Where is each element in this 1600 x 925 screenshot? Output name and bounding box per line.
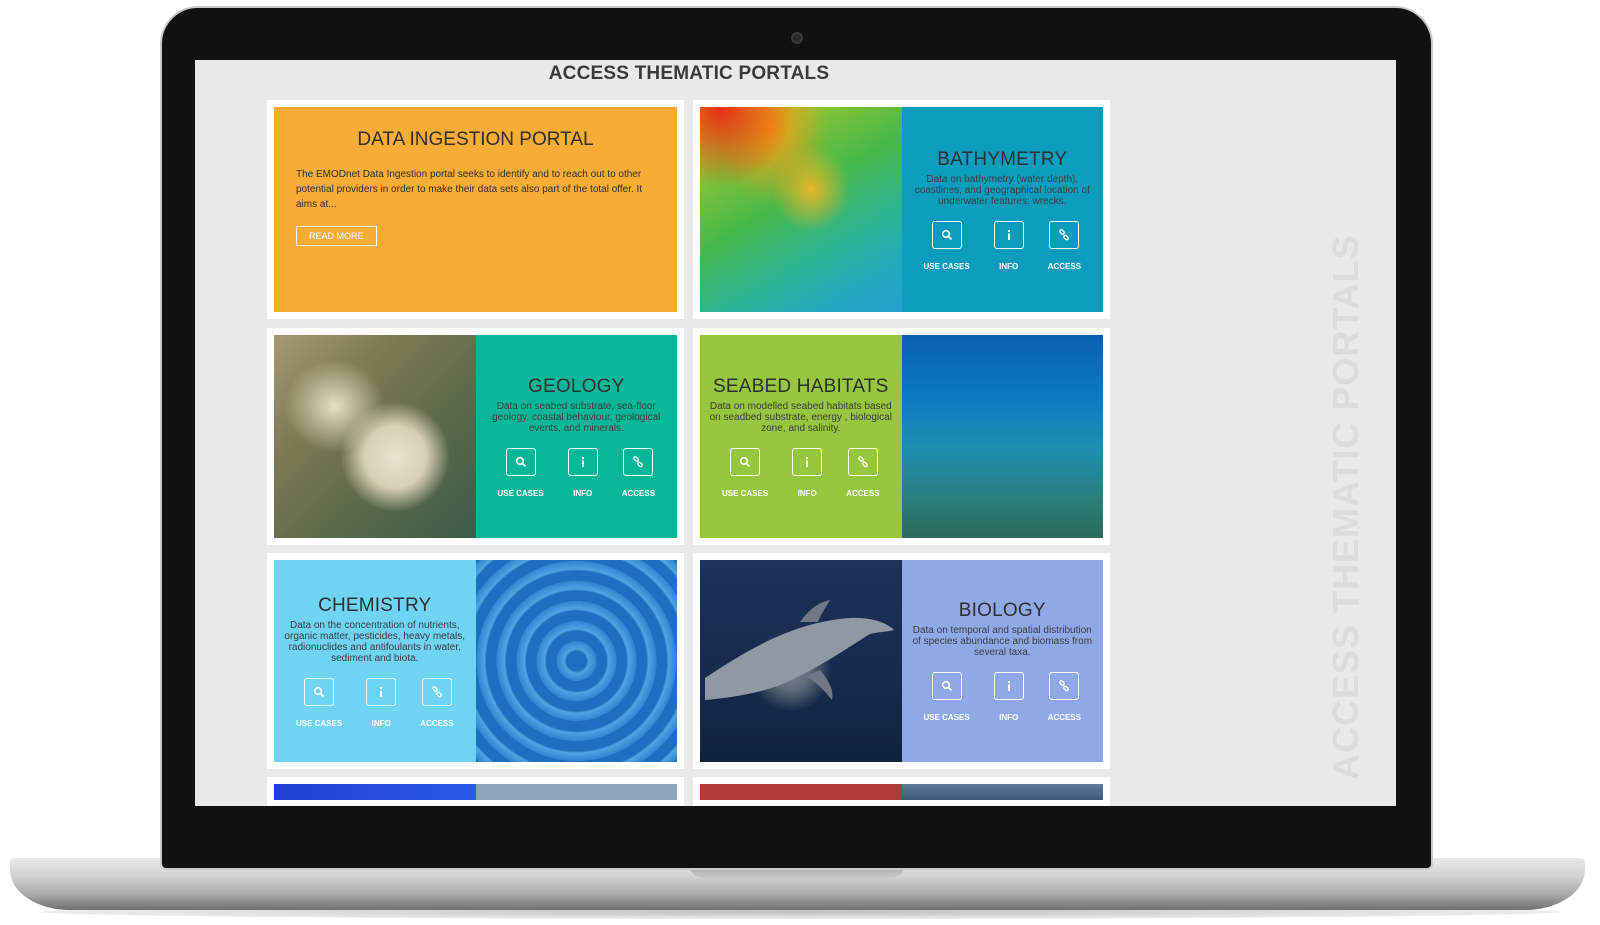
next-right-image [901,784,1103,800]
link-icon [858,455,868,467]
geology-use-cases-button[interactable]: USE CASES [497,447,544,498]
chemistry-use-cases-button[interactable]: USE CASES [295,677,343,728]
geology-access-button[interactable]: ACCESS [621,447,656,498]
geology-description: Data on seabed substrate, sea-floor geol… [492,400,661,434]
biology-description: Data on temporal and spatial distributio… [912,625,1093,658]
seabed-access-button[interactable]: ACCESS [846,447,880,498]
chemistry-image [475,560,677,762]
info-label: INFO [371,718,391,728]
chemistry-panel: CHEMISTRY Data on the concentration of n… [274,560,476,762]
seabed-title: SEABED HABITATS [713,375,889,397]
search-icon [515,456,526,467]
next-left-panel [475,784,677,800]
access-label: ACCESS [846,488,880,498]
geology-image [274,335,476,538]
use-cases-label: USE CASES [295,718,343,728]
bathymetry-title: BATHYMETRY [937,148,1068,170]
info-label: INFO [797,488,817,498]
use-cases-label: USE CASES [497,488,544,498]
seabed-description: Data on modelled seabed habitats based o… [709,400,892,434]
read-more-button[interactable]: READ MORE [296,226,377,246]
card-data-ingestion: DATA INGESTION PORTAL The EMODnet Data I… [267,100,684,319]
card-seabed-habitats: SEABED HABITATS Data on modelled seabed … [693,328,1110,545]
seabed-info-button[interactable]: INFO [792,447,823,498]
seabed-panel: SEABED HABITATS Data on modelled seabed … [700,335,902,538]
bathymetry-access-button[interactable]: ACCESS [1047,220,1082,271]
link-icon [1059,680,1070,692]
bathymetry-use-cases-button[interactable]: USE CASES [923,220,970,271]
access-label: ACCESS [1047,713,1082,722]
biology-image [700,560,902,762]
ingestion-panel: DATA INGESTION PORTAL The EMODnet Data I… [274,107,677,312]
geology-info-button[interactable]: INFO [567,447,598,498]
chemistry-info-button[interactable]: INFO [366,677,397,728]
page-title: ACCESS THEMATIC PORTALS [548,63,830,84]
ingestion-description: The EMODnet Data Ingestion portal seeks … [296,169,643,210]
bathymetry-panel: BATHYMETRY Data on bathymetry (water dep… [901,107,1103,312]
seabed-use-cases-button[interactable]: USE CASES [721,447,769,498]
access-label: ACCESS [420,718,454,728]
search-icon [739,456,751,467]
bathymetry-image [700,107,902,312]
biology-access-button[interactable]: ACCESS [1048,672,1081,722]
card-chemistry: CHEMISTRY Data on the concentration of n… [267,553,684,769]
chemistry-access-button[interactable]: ACCESS [420,677,454,728]
search-icon [313,686,325,697]
info-label: INFO [999,713,1019,722]
use-cases-label: USE CASES [721,488,769,498]
chemistry-description: Data on the concentration of nutrients, … [284,619,466,664]
use-cases-label: USE CASES [923,261,970,271]
biology-panel: BIOLOGY Data on temporal and spatial dis… [901,560,1103,762]
vertical-watermark-title: ACCESS THEMATIC PORTALS [1325,234,1366,780]
card-next-left [267,777,684,806]
bathymetry-description: Data on bathymetry (water depth), coastl… [914,173,1090,207]
screen: ACCESS THEMATIC PORTALS ACCESS THEMATIC … [195,60,1396,806]
biology-use-cases-button[interactable]: USE CASES [923,672,970,722]
search-icon [941,680,952,692]
use-cases-label: USE CASES [923,713,970,722]
dolphin-image [705,600,894,700]
card-geology: GEOLOGY Data on seabed substrate, sea-fl… [267,328,684,545]
card-bathymetry: BATHYMETRY Data on bathymetry (water dep… [693,100,1110,319]
search-icon [941,229,952,240]
card-biology: BIOLOGY Data on temporal and spatial dis… [693,553,1110,769]
link-icon [1059,228,1070,240]
info-icon [581,456,584,467]
access-label: ACCESS [621,488,656,498]
link-icon [432,685,442,697]
info-icon [380,686,383,697]
camera-icon [791,32,803,44]
geology-title: GEOLOGY [528,375,625,397]
info-icon [806,456,809,467]
bathymetry-info-button[interactable]: INFO [993,220,1024,271]
chemistry-title: CHEMISTRY [318,594,432,616]
biology-info-button[interactable]: INFO [993,672,1024,722]
info-label: INFO [573,488,593,498]
card-next-right [693,777,1110,806]
info-label: INFO [999,261,1019,271]
seabed-image [901,335,1103,538]
info-icon [1007,681,1010,691]
next-right-panel [700,784,902,800]
next-left-image [274,784,476,800]
geology-panel: GEOLOGY Data on seabed substrate, sea-fl… [475,335,677,538]
info-icon [1007,229,1010,240]
biology-title: BIOLOGY [958,600,1046,621]
access-label: ACCESS [1047,261,1082,271]
link-icon [633,455,644,467]
ingestion-title: DATA INGESTION PORTAL [357,129,594,150]
